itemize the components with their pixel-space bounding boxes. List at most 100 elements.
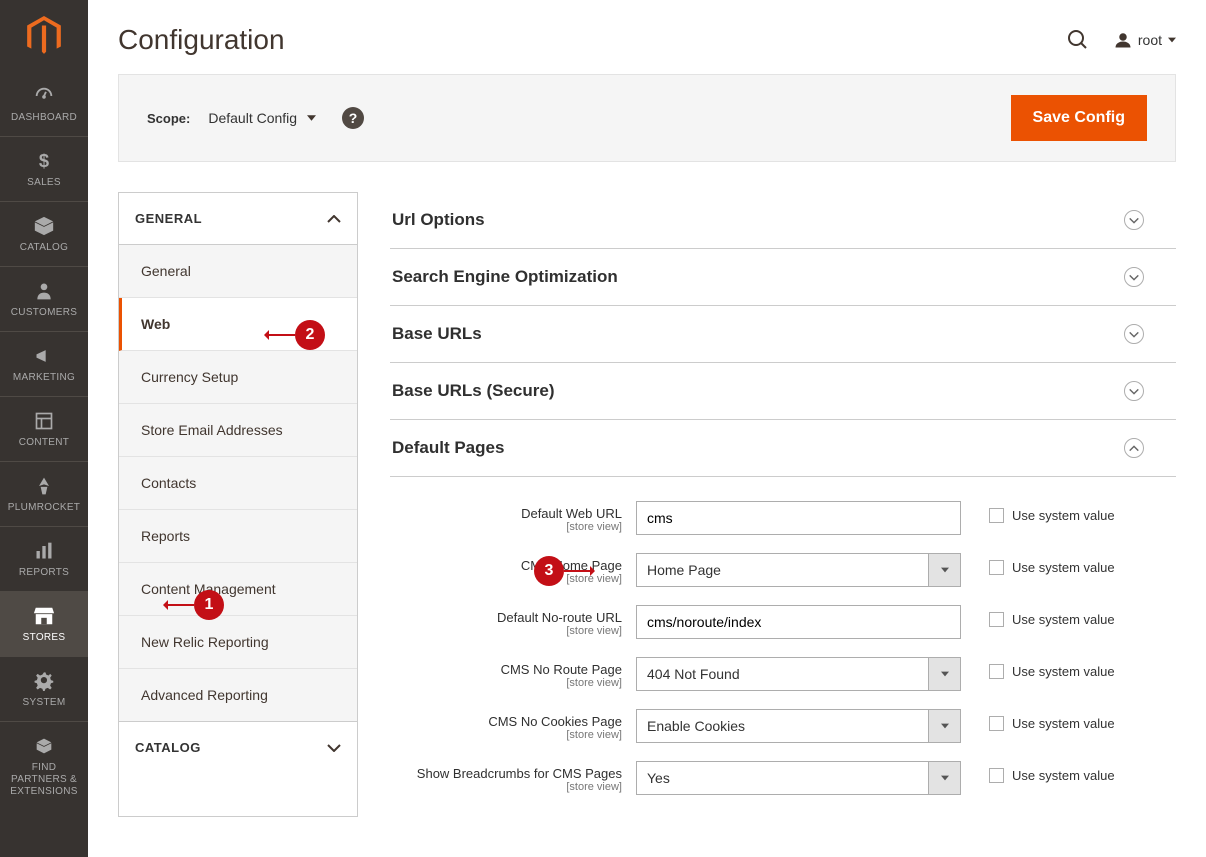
sidebar-item-catalog[interactable]: CATALOG [0, 201, 88, 266]
cms-home-page-select-value[interactable]: Home Page [636, 553, 929, 587]
field-default-web-url: Default Web URL[store view]Use system va… [390, 501, 1176, 535]
chevron-down-icon [1124, 324, 1144, 344]
sidebar-item-label: STORES [23, 632, 66, 644]
chevron-up-icon [327, 215, 341, 223]
select-toggle[interactable] [929, 657, 961, 691]
cms-no-cookies-page-select-value[interactable]: Enable Cookies [636, 709, 929, 743]
sidebar-item-reports[interactable]: REPORTS [0, 526, 88, 591]
default-no-route-url-input[interactable] [636, 605, 961, 639]
use-system-checkbox[interactable] [989, 508, 1004, 523]
panel-base-urls-secure-[interactable]: Base URLs (Secure) [390, 363, 1176, 420]
stores-icon [32, 604, 56, 628]
sidebar-item-plumrocket[interactable]: PLUMROCKET [0, 461, 88, 526]
chevron-down-icon [327, 744, 341, 752]
use-system-label: Use system value [1012, 612, 1115, 627]
chevron-down-icon [1124, 381, 1144, 401]
config-item-content-management[interactable]: Content Management [119, 563, 357, 616]
sidebar-item-label: PLUMROCKET [8, 502, 80, 514]
panel-default-pages[interactable]: Default Pages [390, 420, 1176, 477]
magento-logo[interactable] [0, 0, 88, 72]
config-item-new-relic-reporting[interactable]: New Relic Reporting [119, 616, 357, 669]
dollar-icon: $ [32, 149, 56, 173]
sidebar-item-label: CONTENT [19, 437, 69, 449]
admin-sidebar: DASHBOARD $ SALES CATALOG CUSTOMERS MARKETING… [0, 0, 88, 857]
field-cms-no-cookies-page: CMS No Cookies Page[store view]Enable Co… [390, 709, 1176, 743]
scope-bar: Scope: Default Config ? Save Config [118, 74, 1176, 162]
panel-url-options[interactable]: Url Options [390, 192, 1176, 249]
panel-base-urls[interactable]: Base URLs [390, 306, 1176, 363]
sidebar-item-marketing[interactable]: MARKETING [0, 331, 88, 396]
show-breadcrumbs-for-cms-pages-select-value[interactable]: Yes [636, 761, 929, 795]
sidebar-item-label: CATALOG [20, 242, 68, 254]
use-system-checkbox[interactable] [989, 612, 1004, 627]
settings-panels: Url OptionsSearch Engine OptimizationBas… [390, 192, 1176, 817]
config-item-reports[interactable]: Reports [119, 510, 357, 563]
megaphone-icon [32, 344, 56, 368]
config-section-catalog[interactable]: CATALOG [119, 722, 357, 773]
sidebar-item-find-partners-extensions[interactable]: FIND PARTNERS & EXTENSIONS [0, 721, 88, 810]
sidebar-item-label: DASHBOARD [11, 112, 77, 124]
sidebar-item-label: FIND PARTNERS & EXTENSIONS [4, 762, 84, 798]
config-item-store-email-addresses[interactable]: Store Email Addresses [119, 404, 357, 457]
caret-down-icon [941, 567, 949, 573]
caret-down-icon [1168, 36, 1176, 44]
use-system-label: Use system value [1012, 716, 1115, 731]
field-show-breadcrumbs-for-cms-pages: Show Breadcrumbs for CMS Pages[store vie… [390, 761, 1176, 795]
sidebar-item-sales[interactable]: $ SALES [0, 136, 88, 201]
svg-text:$: $ [39, 151, 49, 171]
user-icon [1114, 31, 1132, 49]
panel-body-default-pages: Default Web URL[store view]Use system va… [390, 477, 1176, 817]
sidebar-item-content[interactable]: CONTENT [0, 396, 88, 461]
use-system-label: Use system value [1012, 664, 1115, 679]
caret-down-icon [941, 775, 949, 781]
use-system-label: Use system value [1012, 560, 1115, 575]
config-section-general[interactable]: GENERAL [119, 193, 357, 245]
select-toggle[interactable] [929, 761, 961, 795]
user-menu[interactable]: root [1114, 31, 1176, 49]
sidebar-item-stores[interactable]: STORES [0, 591, 88, 656]
barchart-icon [32, 539, 56, 563]
select-toggle[interactable] [929, 553, 961, 587]
caret-down-icon [941, 671, 949, 677]
user-name: root [1138, 32, 1162, 48]
use-system-checkbox[interactable] [989, 768, 1004, 783]
box-icon [32, 214, 56, 238]
field-cms-home-page: CMS Home Page[store view]Home PageUse sy… [390, 553, 1176, 587]
caret-down-icon [941, 723, 949, 729]
scope-label: Scope: [147, 111, 190, 126]
config-item-currency-setup[interactable]: Currency Setup [119, 351, 357, 404]
default-web-url-input[interactable] [636, 501, 961, 535]
use-system-checkbox[interactable] [989, 560, 1004, 575]
magento-logo-icon [27, 16, 61, 56]
sidebar-item-label: MARKETING [13, 372, 75, 384]
sidebar-item-label: CUSTOMERS [11, 307, 77, 319]
config-item-advanced-reporting[interactable]: Advanced Reporting [119, 669, 357, 722]
scope-select[interactable]: Default Config [208, 110, 316, 126]
sidebar-item-customers[interactable]: CUSTOMERS [0, 266, 88, 331]
caret-down-icon [307, 115, 316, 121]
plumrocket-icon [32, 474, 56, 498]
use-system-checkbox[interactable] [989, 664, 1004, 679]
save-config-button[interactable]: Save Config [1011, 95, 1147, 141]
config-item-general[interactable]: General [119, 245, 357, 298]
sidebar-item-dashboard[interactable]: DASHBOARD [0, 72, 88, 136]
config-item-contacts[interactable]: Contacts [119, 457, 357, 510]
gauge-icon [32, 84, 56, 108]
sidebar-item-label: SALES [27, 177, 61, 189]
chevron-up-icon [1124, 438, 1144, 458]
search-icon[interactable] [1066, 28, 1090, 52]
chevron-down-icon [1124, 267, 1144, 287]
use-system-checkbox[interactable] [989, 716, 1004, 731]
person-icon [32, 279, 56, 303]
gear-icon [32, 669, 56, 693]
config-item-web[interactable]: Web [119, 298, 357, 351]
sidebar-item-system[interactable]: SYSTEM [0, 656, 88, 721]
chevron-down-icon [1124, 210, 1144, 230]
select-toggle[interactable] [929, 709, 961, 743]
cms-no-route-page-select-value[interactable]: 404 Not Found [636, 657, 929, 691]
extensions-icon [32, 734, 56, 758]
help-icon[interactable]: ? [342, 107, 364, 129]
use-system-label: Use system value [1012, 508, 1115, 523]
sidebar-item-label: SYSTEM [23, 697, 66, 709]
panel-search-engine-optimization[interactable]: Search Engine Optimization [390, 249, 1176, 306]
